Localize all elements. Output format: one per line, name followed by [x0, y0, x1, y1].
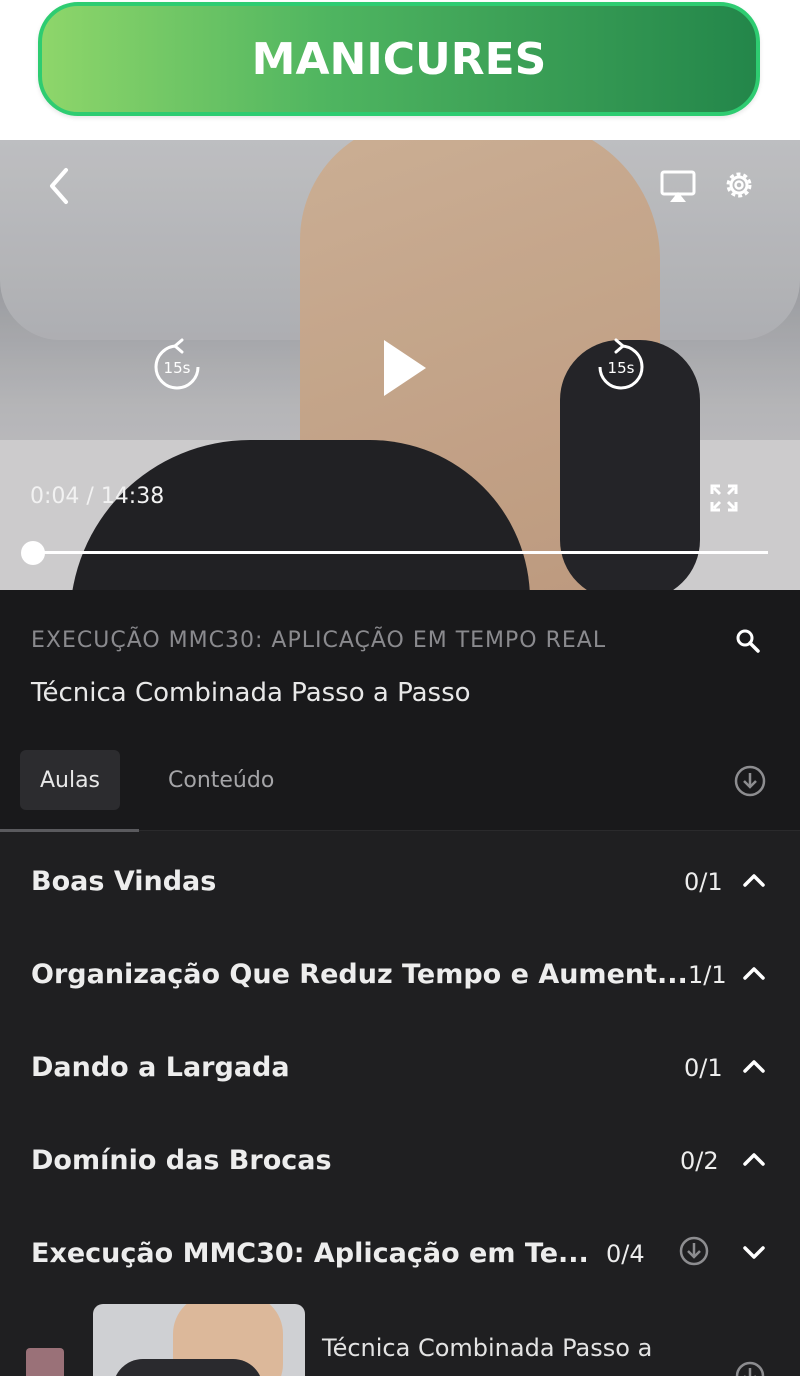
module-progress: 0/1 — [684, 1054, 723, 1082]
fullscreen-icon[interactable] — [706, 480, 742, 516]
chevron-up-icon[interactable] — [740, 1145, 768, 1173]
module-title: Dando a Largada — [31, 1052, 290, 1083]
module-progress: 0/2 — [680, 1147, 719, 1175]
thumbnail-glove — [113, 1359, 263, 1376]
module-title: Boas Vindas — [31, 866, 217, 897]
chevron-up-icon[interactable] — [740, 959, 768, 987]
download-icon[interactable] — [678, 1235, 710, 1267]
chevron-down-icon[interactable] — [740, 1238, 768, 1266]
tab-conteudo[interactable]: Conteúdo — [168, 750, 298, 810]
course-panel: EXECUÇÃO MMC30: APLICAÇÃO EM TEMPO REAL … — [0, 590, 800, 1376]
rewind-label: 15s — [164, 359, 191, 377]
lesson-title: Técnica Combinada Passo a Passo — [31, 678, 471, 708]
tab-divider — [139, 830, 800, 831]
chevron-up-icon[interactable] — [740, 1052, 768, 1080]
module-title: Organização Que Reduz Tempo e Aument... — [31, 959, 688, 990]
airplay-icon[interactable] — [658, 168, 698, 204]
gear-icon[interactable] — [720, 166, 758, 204]
lesson-list-item[interactable]: Técnica Combinada Passo a — [0, 1302, 800, 1376]
time-current: 0:04 — [30, 484, 80, 509]
module-name: EXECUÇÃO MMC30: APLICAÇÃO EM TEMPO REAL — [31, 628, 607, 653]
playback-time: 0:04 / 14:38 — [30, 484, 164, 509]
course-banner: MANICURES — [38, 2, 760, 116]
module-progress: 0/4 — [606, 1240, 645, 1268]
download-icon[interactable] — [733, 764, 767, 798]
module-progress: 1/1 — [688, 961, 727, 989]
course-title: MANICURES — [251, 33, 547, 85]
module-row[interactable]: Dando a Largada 0/1 — [0, 1022, 800, 1115]
module-row[interactable]: Execução MMC30: Aplicação em Te... 0/4 — [0, 1208, 800, 1301]
module-title: Domínio das Brocas — [31, 1145, 332, 1176]
rewind-15-icon[interactable]: 15s — [146, 336, 208, 398]
lesson-thumbnail[interactable] — [93, 1304, 305, 1376]
header-banner: MANICURES — [0, 0, 800, 140]
tab-aulas[interactable]: Aulas — [20, 750, 120, 810]
module-row[interactable]: Domínio das Brocas 0/2 — [0, 1115, 800, 1208]
lesson-status-indicator — [26, 1348, 64, 1376]
active-tab-indicator — [0, 829, 139, 832]
download-icon[interactable] — [734, 1360, 766, 1376]
video-player[interactable]: 15s 15s 0:04 / 14:38 — [0, 140, 800, 590]
search-icon[interactable] — [733, 626, 763, 656]
play-icon[interactable] — [372, 336, 432, 400]
back-icon[interactable] — [40, 162, 80, 210]
module-row[interactable]: Boas Vindas 0/1 — [0, 836, 800, 929]
progress-scrubber[interactable] — [21, 541, 45, 565]
forward-label: 15s — [608, 359, 635, 377]
forward-15-icon[interactable]: 15s — [590, 336, 652, 398]
module-title: Execução MMC30: Aplicação em Te... — [31, 1238, 589, 1269]
module-progress: 0/1 — [684, 868, 723, 896]
time-separator: / — [79, 484, 101, 509]
lesson-header: EXECUÇÃO MMC30: APLICAÇÃO EM TEMPO REAL … — [0, 590, 800, 832]
lesson-item-title: Técnica Combinada Passo a — [322, 1334, 653, 1362]
time-total: 14:38 — [100, 484, 165, 509]
module-row[interactable]: Organização Que Reduz Tempo e Aument... … — [0, 929, 800, 1022]
progress-track[interactable] — [32, 551, 768, 554]
chevron-up-icon[interactable] — [740, 866, 768, 894]
